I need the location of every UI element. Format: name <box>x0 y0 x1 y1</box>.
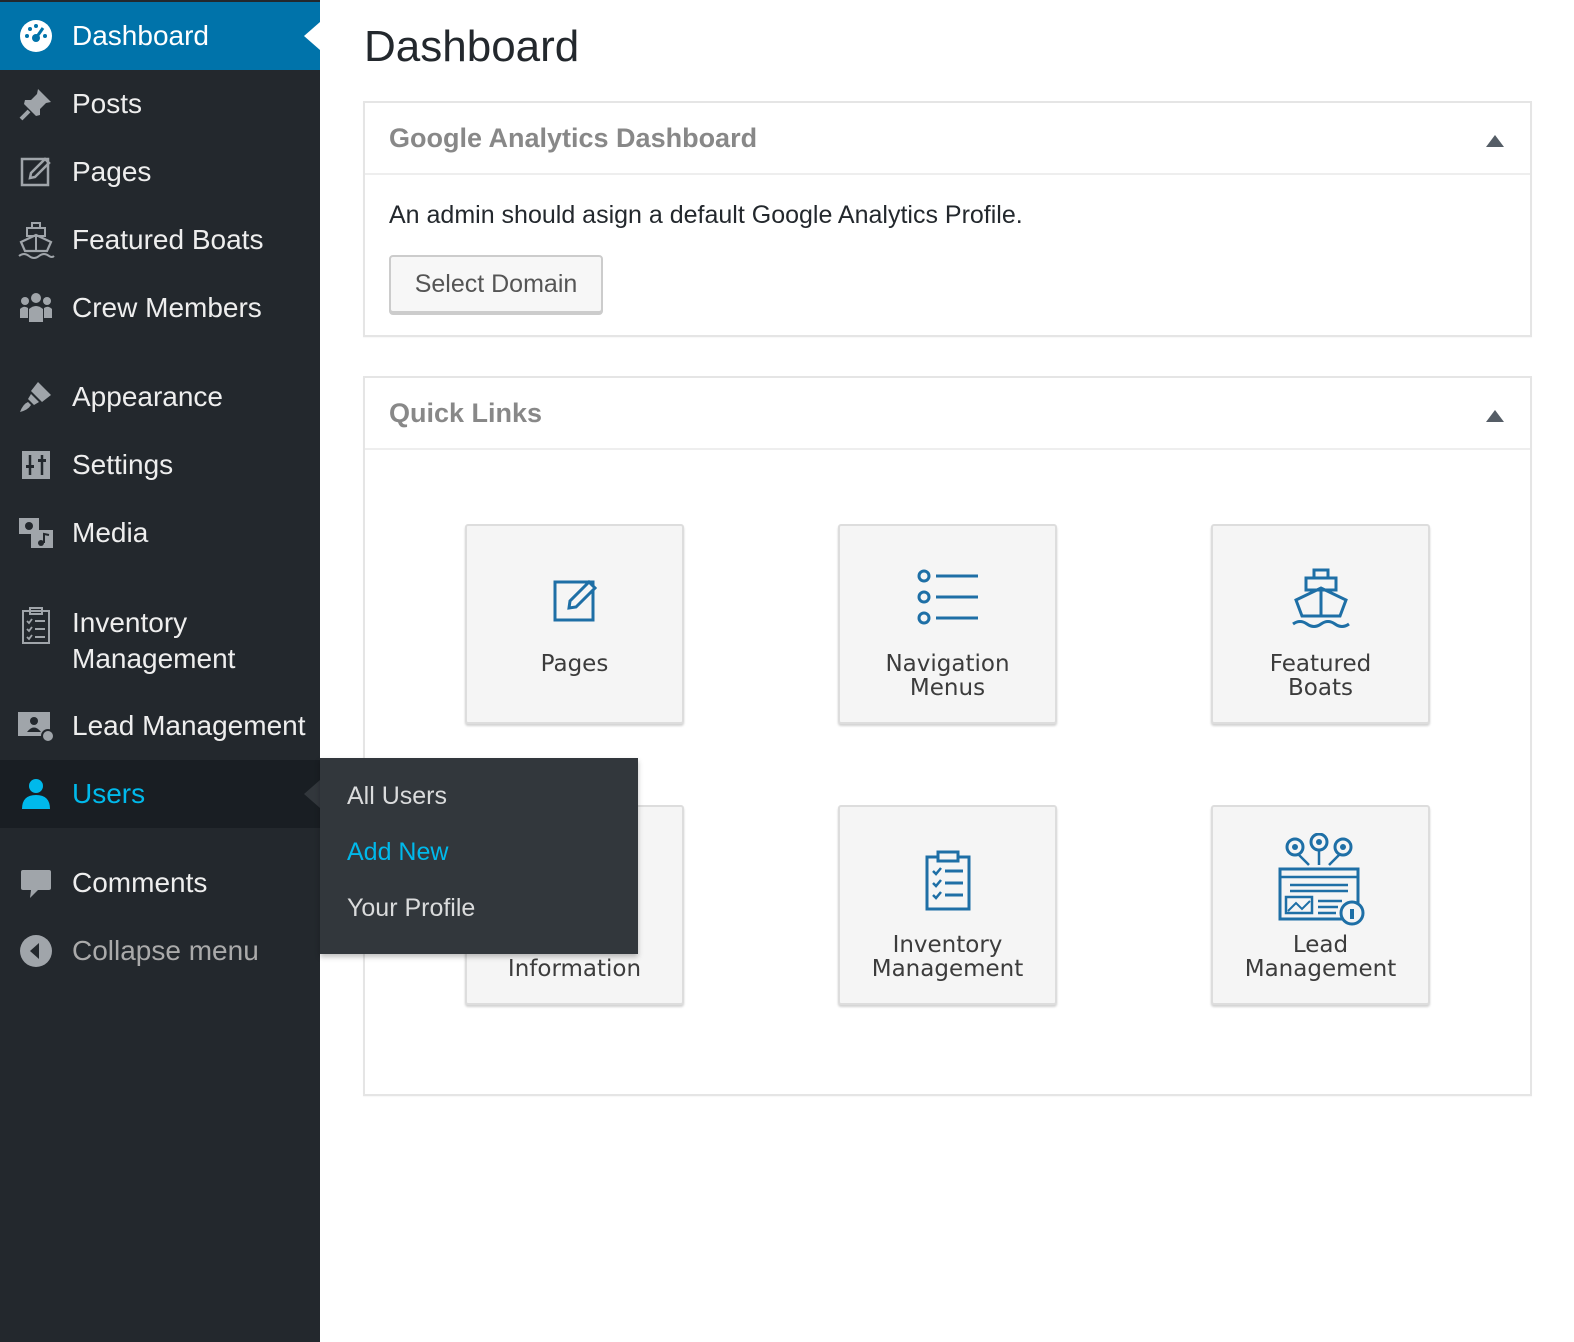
page-title: Dashboard <box>364 22 580 71</box>
sidebar-item-label: Crew Members <box>72 292 262 323</box>
widget-header[interactable]: Google Analytics Dashboard <box>365 103 1530 175</box>
sidebar-item-label: Featured Boats <box>72 224 264 255</box>
lead-icon <box>16 706 56 746</box>
quick-link-navigation-menus[interactable]: Navigation Menus <box>838 524 1057 724</box>
sidebar-item-comments[interactable]: Comments <box>0 849 320 917</box>
tile-label-line2: Menus <box>909 675 986 701</box>
clipboard-icon <box>16 606 56 646</box>
quick-link-pages[interactable]: Pages <box>465 524 684 724</box>
submenu-all-users[interactable]: All Users <box>347 782 447 811</box>
ship-icon <box>16 220 56 260</box>
dashboard-icon <box>16 16 56 56</box>
admin-sidebar: Dashboard Posts Pages Featured Boats Cre… <box>0 0 320 1342</box>
collapse-menu-button[interactable]: Collapse menu <box>0 917 320 985</box>
widget-header[interactable]: Quick Links <box>365 378 1530 450</box>
page-edit-icon <box>16 152 56 192</box>
submenu-your-profile[interactable]: Your Profile <box>347 894 475 923</box>
sidebar-item-featured-boats[interactable]: Featured Boats <box>0 206 320 274</box>
tile-label: Featured <box>1269 651 1372 677</box>
quick-link-featured-boats[interactable]: Featured Boats <box>1211 524 1430 724</box>
sidebar-item-label: Users <box>72 778 146 809</box>
sidebar-item-label: Settings <box>72 449 174 480</box>
sidebar-item-label: Posts <box>72 88 143 119</box>
comment-bubble-icon <box>16 863 56 903</box>
people-icon <box>16 288 56 328</box>
tile-label: Information <box>507 956 642 982</box>
sidebar-item-inventory-management[interactable]: Inventory Management <box>0 590 320 692</box>
widget-title: Quick Links <box>389 398 543 428</box>
tile-label: Navigation <box>885 651 1010 677</box>
quick-link-lead-management[interactable]: Lead Management <box>1211 805 1430 1005</box>
quick-links-widget: Quick Links Pages Navigation Menus Featu… <box>363 376 1532 1096</box>
sidebar-item-posts[interactable]: Posts <box>0 70 320 138</box>
sidebar-item-users[interactable]: Users <box>0 760 320 828</box>
sidebar-item-label: Inventory <box>72 607 188 638</box>
sidebar-item-label: Comments <box>72 867 208 898</box>
sidebar-item-label: Pages <box>72 156 152 187</box>
sidebar-item-label: Dashboard <box>72 20 209 51</box>
sidebar-item-label: Media <box>72 517 149 548</box>
sidebar-item-label: Lead Management <box>72 710 306 741</box>
lead-icon <box>1213 833 1428 927</box>
sliders-icon <box>16 445 56 485</box>
sidebar-item-dashboard[interactable]: Dashboard <box>0 2 320 70</box>
paintbrush-icon <box>16 377 56 417</box>
media-icon <box>16 513 56 553</box>
tile-label: Inventory <box>892 932 1003 958</box>
sidebar-item-settings[interactable]: Settings <box>0 431 320 499</box>
google-analytics-widget: Google Analytics Dashboard An admin shou… <box>363 101 1532 337</box>
analytics-message: An admin should asign a default Google A… <box>389 201 1023 229</box>
collapse-toggle-icon[interactable] <box>1486 410 1504 422</box>
widget-title: Google Analytics Dashboard <box>389 123 758 153</box>
tile-label: Pages <box>540 651 609 677</box>
sidebar-item-label: Collapse menu <box>72 935 259 966</box>
sidebar-item-label: Appearance <box>72 381 224 412</box>
collapse-arrow-icon <box>16 931 56 971</box>
sidebar-item-lead-management[interactable]: Lead Management <box>0 692 320 760</box>
collapse-toggle-icon[interactable] <box>1486 135 1504 147</box>
tile-label-line2: Management <box>871 956 1024 982</box>
tile-label: Lead <box>1292 932 1349 958</box>
sidebar-item-crew-members[interactable]: Crew Members <box>0 274 320 342</box>
submenu-add-new[interactable]: Add New <box>347 838 448 867</box>
sidebar-item-media[interactable]: Media <box>0 499 320 567</box>
clipboard-icon <box>840 849 1055 913</box>
tile-label-line2: Management <box>1244 956 1397 982</box>
pin-icon <box>16 84 56 124</box>
select-domain-button[interactable]: Select Domain <box>389 255 603 313</box>
page-edit-icon <box>467 576 682 624</box>
quick-link-inventory-management[interactable]: Inventory Management <box>838 805 1057 1005</box>
users-submenu: All Users Add New Your Profile <box>320 758 638 954</box>
sidebar-item-pages[interactable]: Pages <box>0 138 320 206</box>
ship-icon <box>1213 566 1428 630</box>
user-icon <box>16 774 56 814</box>
sidebar-item-appearance[interactable]: Appearance <box>0 363 320 431</box>
tile-label-line2: Boats <box>1288 675 1353 701</box>
sidebar-item-label-line2: Management <box>72 643 236 674</box>
list-icon <box>840 568 1055 626</box>
